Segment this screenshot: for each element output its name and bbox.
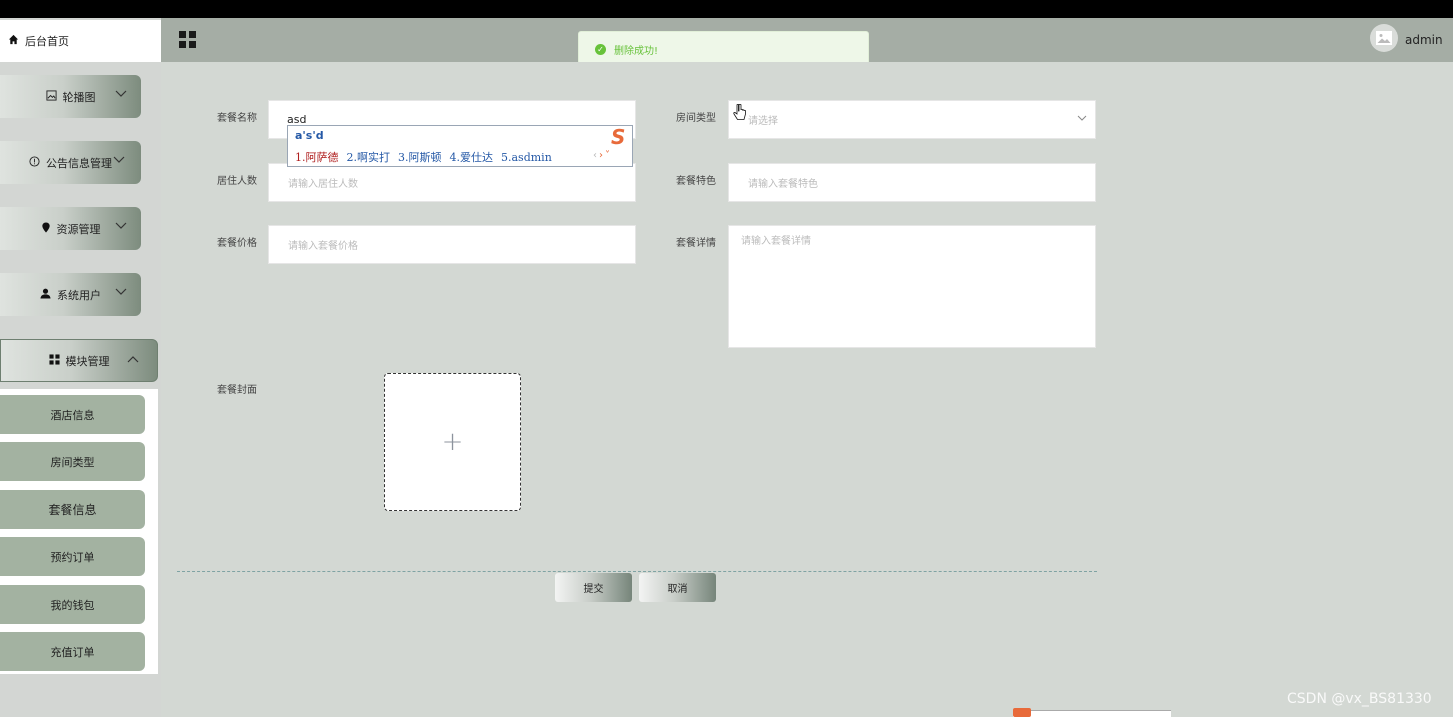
sidebar-menu-resource[interactable]: 资源管理 <box>0 207 141 250</box>
sidebar-menu-notice[interactable]: 公告信息管理 <box>0 141 141 184</box>
check-circle-icon: ✓ <box>595 44 606 55</box>
plus-icon: + <box>441 427 464 457</box>
submenu-item-room-type[interactable]: 房间类型 <box>0 442 145 481</box>
ime-candidate-window: a's'd 1.阿萨德 2.啊实打 3.阿斯顿 4.爱仕达 5.asdmin S ‹›˅ <box>287 125 633 167</box>
cancel-button[interactable]: 取消 <box>639 573 716 602</box>
sidebar-menu-carousel-label: 轮播图 <box>62 90 96 104</box>
toast-message: 删除成功! <box>614 46 659 57</box>
hand-cursor-icon <box>733 103 747 126</box>
room-type-label: 房间类型 <box>676 113 716 124</box>
avatar[interactable] <box>1370 24 1398 52</box>
username[interactable]: admin <box>1405 33 1443 47</box>
submenu-item-recharge[interactable]: 充值订单 <box>0 632 145 671</box>
detail-label: 套餐详情 <box>676 238 716 249</box>
chevron-down-icon[interactable]: ˅ <box>605 150 612 161</box>
sidebar-menu-users-label: 系统用户 <box>57 288 101 302</box>
screen-top-bar <box>0 0 1453 18</box>
feature-label: 套餐特色 <box>676 176 716 187</box>
sidebar-menu-modules[interactable]: 模块管理 <box>0 339 158 382</box>
sidebar-menu-users[interactable]: 系统用户 <box>0 273 141 316</box>
ime-toolbar-logo <box>1013 708 1031 717</box>
image-icon <box>45 89 57 104</box>
sidebar-item-home[interactable]: 后台首页 <box>0 20 161 62</box>
ime-candidate[interactable]: 5.asdmin <box>501 151 552 164</box>
submenu-item-orders[interactable]: 预约订单 <box>0 537 145 576</box>
cover-upload[interactable]: + <box>384 373 521 511</box>
watermark: CSDN @vx_BS81330 <box>1287 691 1432 707</box>
people-label: 居住人数 <box>217 176 257 187</box>
ime-logo: S <box>611 125 626 149</box>
submenu-item-wallet[interactable]: 我的钱包 <box>0 585 145 624</box>
detail-textarea[interactable]: 请输入套餐详情 <box>728 225 1096 348</box>
price-label: 套餐价格 <box>217 238 257 249</box>
name-label: 套餐名称 <box>217 113 257 124</box>
submenu-item-hotel[interactable]: 酒店信息 <box>0 395 145 434</box>
submenu-item-package[interactable]: 套餐信息 <box>0 490 145 529</box>
modules-submenu: 酒店信息 房间类型 套餐信息 预约订单 我的钱包 充值订单 <box>0 389 158 674</box>
sidebar-menu-resource-label: 资源管理 <box>56 222 101 236</box>
people-input[interactable]: 请输入居住人数 <box>268 163 636 202</box>
menu-toggle-grid-icon[interactable] <box>179 31 196 48</box>
price-input[interactable]: 请输入套餐价格 <box>268 225 636 264</box>
chevron-down-icon <box>1077 113 1087 124</box>
form-divider <box>177 571 1097 572</box>
room-type-placeholder: 请选择 <box>748 116 778 127</box>
avatar-image-icon <box>1376 31 1392 45</box>
feature-input[interactable]: 请输入套餐特色 <box>728 163 1096 202</box>
grid-icon <box>48 353 60 368</box>
sidebar-menu-notice-label: 公告信息管理 <box>46 156 112 170</box>
sidebar-menu-carousel[interactable]: 轮播图 <box>0 75 141 118</box>
ime-candidate[interactable]: 2.啊实打 <box>347 151 391 164</box>
chevron-down-icon <box>113 154 125 167</box>
home-icon <box>8 34 19 48</box>
ime-page-nav[interactable]: ‹›˅ <box>593 150 612 161</box>
chevron-down-icon <box>115 220 127 233</box>
chevron-down-icon <box>115 88 127 101</box>
ime-composition: a's'd <box>295 129 324 142</box>
chevron-down-icon <box>115 286 127 299</box>
ime-candidate[interactable]: 4.爱仕达 <box>450 151 494 164</box>
room-type-select[interactable]: 请选择 <box>728 100 1096 139</box>
chevron-up-icon <box>127 353 139 366</box>
sidebar: 后台首页 轮播图 公告信息管理 资源管理 系统用户 模块管理 酒店信息 房间类型… <box>0 18 161 717</box>
sidebar-item-home-label: 后台首页 <box>25 35 69 48</box>
submit-button[interactable]: 提交 <box>555 573 632 602</box>
info-circle-icon <box>29 155 40 170</box>
ime-candidates: 1.阿萨德 2.啊实打 3.阿斯顿 4.爱仕达 5.asdmin <box>295 149 560 165</box>
ime-candidate[interactable]: 1.阿萨德 <box>295 151 339 164</box>
ime-candidate[interactable]: 3.阿斯顿 <box>398 151 442 164</box>
cover-label: 套餐封面 <box>217 385 257 396</box>
user-icon <box>40 288 51 302</box>
sidebar-menu-modules-label: 模块管理 <box>65 354 110 368</box>
location-pin-icon <box>41 221 51 236</box>
ime-toolbar <box>1013 710 1171 717</box>
